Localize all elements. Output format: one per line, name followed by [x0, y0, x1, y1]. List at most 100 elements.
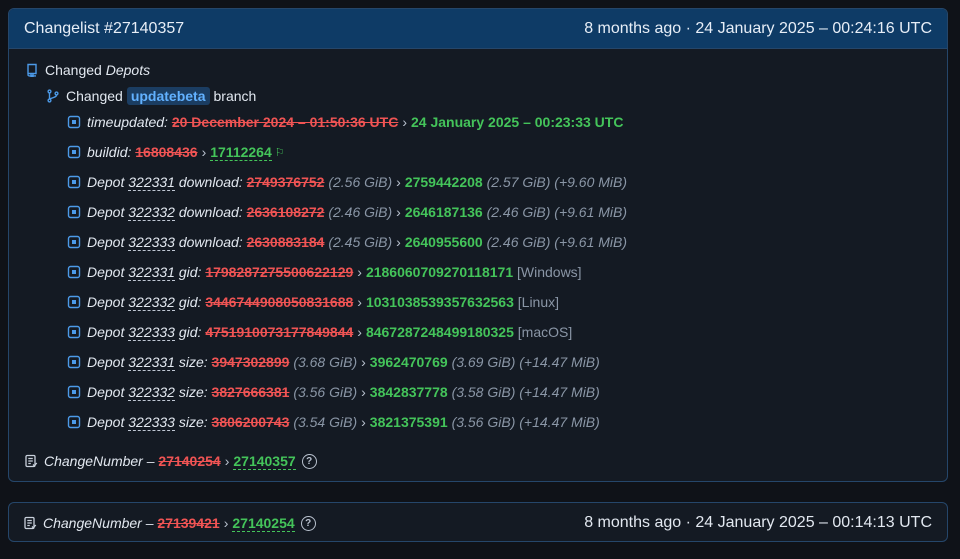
depot-id-link[interactable]: 322333 — [128, 234, 175, 251]
key-change-icon — [67, 385, 81, 399]
key-change-icon — [67, 415, 81, 429]
change-row-buildid: buildid: 16808436 › 17112264 ⚐ — [67, 141, 285, 163]
size-diff: (+14.47 MiB) — [519, 384, 600, 400]
new-size-note: (2.57 GiB) — [486, 174, 551, 190]
change-row-gid-322331: Depot 322331 gid: 1798287275500622129 › … — [67, 261, 582, 283]
new-size-note: (3.58 GiB) — [451, 384, 516, 400]
help-icon[interactable]: ? — [301, 453, 317, 469]
new-change-number-link[interactable]: 27140254 — [232, 515, 295, 532]
changelist-icon — [23, 516, 37, 530]
previous-change-time: 8 months ago · 24 January 2025 – 00:14:1… — [584, 514, 932, 532]
change-row-gid-322333: Depot 322333 gid: 4751910073177849844 › … — [67, 321, 572, 343]
change-row-size-322333: Depot 322333 size: 3806200743 (3.54 GiB)… — [67, 411, 600, 433]
depot-id-link[interactable]: 322333 — [128, 414, 175, 431]
change-field: gid: — [178, 294, 202, 310]
new-value: 3821375391 — [369, 414, 448, 430]
changelist-card: Changelist #27140357 8 months ago · 24 J… — [8, 8, 948, 482]
arrow-right-icon: › — [357, 264, 362, 280]
change-prefix: Depot — [87, 354, 125, 370]
new-value: 3962470769 — [369, 354, 448, 370]
arrow-right-icon: › — [201, 144, 207, 160]
new-size-note: (2.46 GiB) — [486, 234, 551, 250]
new-value: 2646187136 — [404, 204, 483, 220]
platform-note: [macOS] — [517, 324, 573, 340]
changelist-header: Changelist #27140357 8 months ago · 24 J… — [9, 9, 947, 49]
arrow-right-icon: › — [396, 174, 401, 190]
depot-id-link[interactable]: 322332 — [128, 294, 175, 311]
key-change-icon — [67, 145, 81, 159]
old-value: 3947302899 — [211, 354, 290, 370]
change-row-timeupdated: timeupdated: 20 December 2024 – 01:50:36… — [67, 111, 623, 133]
depots-label: Depots — [105, 62, 151, 78]
key-change-icon — [67, 265, 81, 279]
previous-timestamp: 24 January 2025 – 00:14:13 UTC — [695, 514, 932, 531]
new-value: 8467287248499180325 — [365, 324, 514, 340]
change-prefix: Depot — [87, 174, 125, 190]
new-size-note: (3.56 GiB) — [451, 414, 516, 430]
platform-note: [Linux] — [517, 294, 560, 310]
change-row-gid-322332: Depot 322332 gid: 3446744908050831688 › … — [67, 291, 559, 313]
previous-change-number: ChangeNumber – 27139421 › 27140254 ? — [23, 515, 316, 532]
arrow-right-icon: › — [361, 384, 366, 400]
previous-time-ago: 8 months ago — [584, 514, 682, 531]
changelist-time-ago: 8 months ago — [584, 19, 682, 37]
branch-name-badge[interactable]: updatebeta — [126, 87, 210, 105]
time-separator: · — [685, 19, 691, 37]
depot-id-link[interactable]: 322332 — [128, 384, 175, 401]
change-field: size: — [178, 354, 208, 370]
branch-changed-label: Changed — [66, 88, 123, 104]
old-size-note: (2.56 GiB) — [328, 174, 393, 190]
key-change-icon — [67, 115, 81, 129]
changelist-card-previous: ChangeNumber – 27139421 › 27140254 ? 8 m… — [8, 502, 948, 542]
changelist-title[interactable]: Changelist #27140357 — [24, 20, 184, 38]
change-row-size-322332: Depot 322332 size: 3827666381 (3.56 GiB)… — [67, 381, 600, 403]
change-prefix: Depot — [87, 414, 125, 430]
key-change-icon — [67, 295, 81, 309]
old-size-note: (3.54 GiB) — [293, 414, 358, 430]
platform-note: [Windows] — [517, 264, 582, 280]
changelist-body: Changed Depots Changed updatebeta branch — [9, 49, 947, 481]
new-value: 2759442208 — [404, 174, 483, 190]
change-prefix: Depot — [87, 324, 125, 340]
new-buildid-link[interactable]: 17112264 — [210, 144, 272, 161]
changelist-timestamp: 24 January 2025 – 00:24:16 UTC — [695, 19, 932, 37]
key-change-icon — [67, 205, 81, 219]
old-size-note: (3.68 GiB) — [293, 354, 358, 370]
change-prefix: Depot — [87, 384, 125, 400]
changelist-time: 8 months ago · 24 January 2025 – 00:24:1… — [584, 20, 932, 38]
branch-suffix: branch — [213, 88, 257, 104]
depot-id-link[interactable]: 322333 — [128, 324, 175, 341]
patchnotes-icon[interactable]: ⚐ — [275, 146, 285, 159]
key-change-icon — [67, 325, 81, 339]
old-value: 3806200743 — [211, 414, 290, 430]
help-icon[interactable]: ? — [300, 515, 316, 531]
depot-id-link[interactable]: 322332 — [128, 204, 175, 221]
arrow-right-icon: › — [357, 294, 362, 310]
change-prefix: Depot — [87, 204, 125, 220]
change-field: gid: — [178, 264, 202, 280]
old-value: 3827666381 — [211, 384, 290, 400]
depot-book-icon — [25, 63, 39, 77]
arrow-right-icon: › — [357, 324, 362, 340]
size-diff: (+14.47 MiB) — [519, 354, 600, 370]
new-value: 1031038539357632563 — [365, 294, 514, 310]
new-value: 24 January 2025 – 00:23:33 UTC — [410, 114, 624, 130]
change-field: size: — [178, 414, 208, 430]
old-value: 2749376752 — [246, 174, 325, 190]
time-separator: · — [685, 514, 691, 531]
key-change-icon — [67, 235, 81, 249]
old-size-note: (2.46 GiB) — [328, 204, 393, 220]
depot-id-link[interactable]: 322331 — [128, 174, 175, 191]
change-field: download: — [178, 204, 243, 220]
arrow-right-icon: › — [361, 354, 366, 370]
new-value: 3842837778 — [369, 384, 448, 400]
change-row-download-322333: Depot 322333 download: 2630883184 (2.45 … — [67, 231, 627, 253]
new-size-note: (2.46 GiB) — [486, 204, 551, 220]
new-value: 2186060709270118171 — [365, 264, 514, 280]
old-value: 2630883184 — [246, 234, 325, 250]
new-change-number-link[interactable]: 27140357 — [233, 453, 296, 470]
change-prefix: Depot — [87, 264, 125, 280]
arrow-right-icon: › — [223, 515, 229, 531]
depot-id-link[interactable]: 322331 — [128, 354, 175, 371]
depot-id-link[interactable]: 322331 — [128, 264, 175, 281]
